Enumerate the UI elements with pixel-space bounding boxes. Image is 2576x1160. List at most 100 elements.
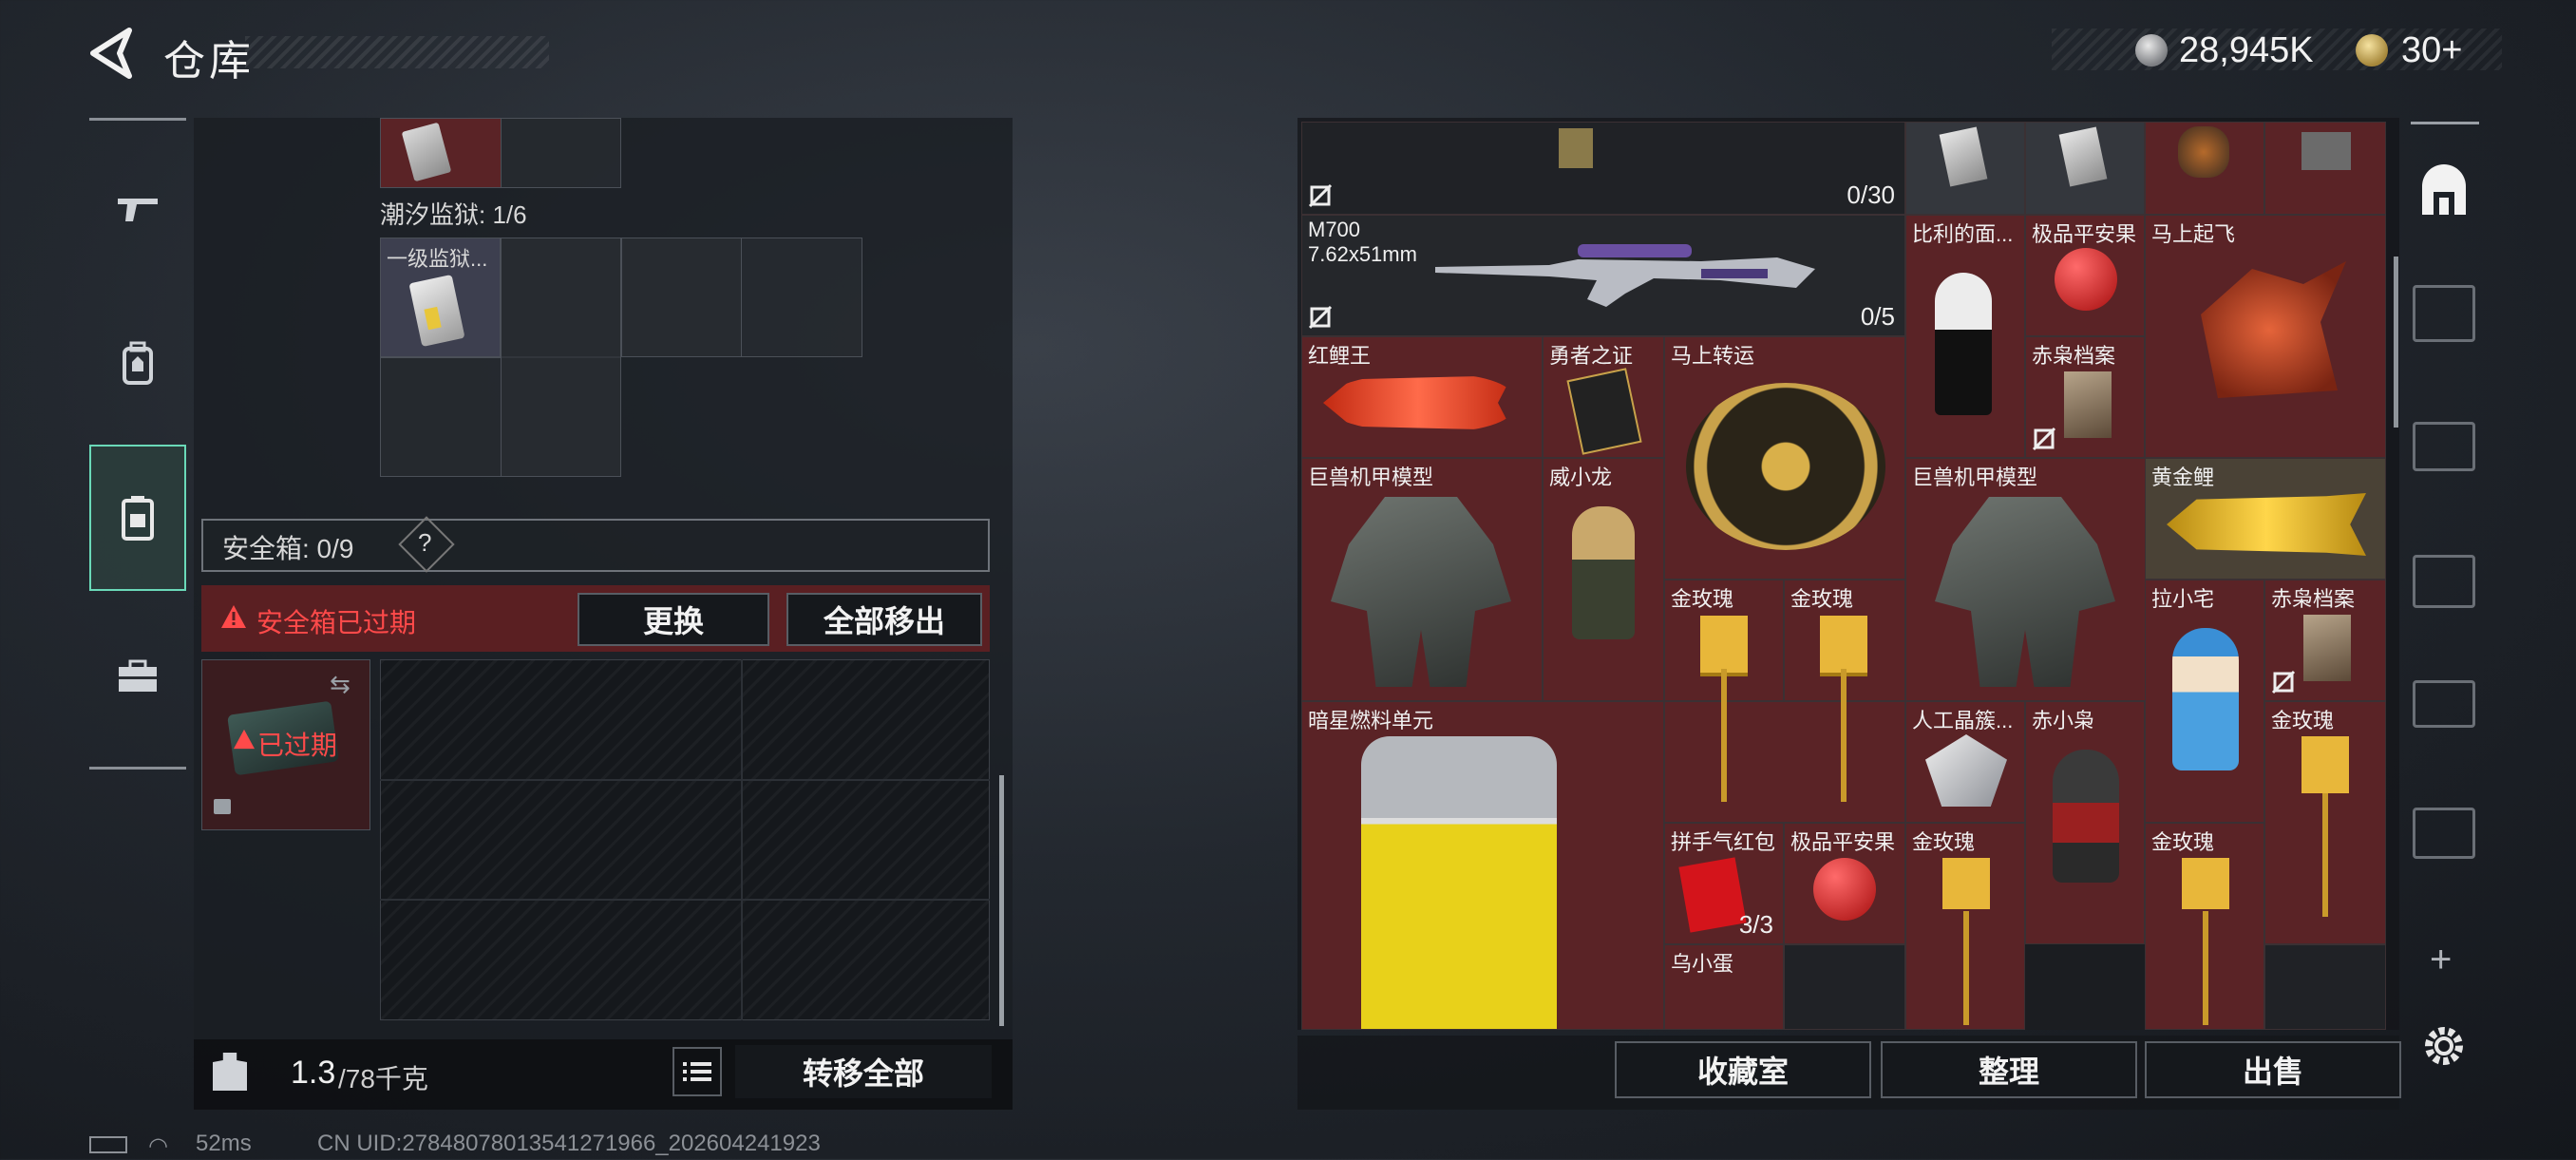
- rose-icon: [2301, 736, 2349, 926]
- fish-icon: [1323, 373, 1513, 432]
- crystal-icon: [1925, 734, 2007, 807]
- warning-icon: [221, 605, 246, 628]
- stash-cell[interactable]: [1784, 944, 1905, 1030]
- stash-cell[interactable]: 0/30: [1301, 122, 1905, 215]
- item-icon: [2301, 132, 2351, 170]
- item-carp[interactable]: 红鲤王: [1301, 336, 1543, 458]
- stash-cell[interactable]: [2025, 122, 2145, 215]
- tab-stash-5[interactable]: [2413, 422, 2475, 471]
- replace-button[interactable]: 更换: [578, 593, 769, 646]
- item-apple2[interactable]: 极品平安果: [1784, 823, 1905, 944]
- item-name: 极品平安果: [1790, 830, 1896, 854]
- nav-backpack[interactable]: [89, 314, 186, 412]
- back-icon[interactable]: [87, 27, 135, 80]
- item-name: 赤枭档案: [2032, 344, 2116, 368]
- battery-icon: [89, 1136, 127, 1153]
- item-apple1[interactable]: 极品平安果: [2025, 215, 2145, 336]
- mech-icon: [1331, 497, 1511, 687]
- item-rose3[interactable]: 金玫瑰: [2264, 701, 2386, 944]
- sell-button[interactable]: 出售: [2145, 1041, 2401, 1098]
- transfer-all-button[interactable]: 转移全部: [735, 1045, 992, 1098]
- settings-icon[interactable]: [2420, 1022, 2468, 1070]
- stash-cell[interactable]: [2145, 122, 2264, 215]
- remove-all-button[interactable]: 全部移出: [786, 593, 982, 646]
- weapon-name: M700: [1308, 218, 1361, 241]
- item-crystal[interactable]: 人工晶簇...: [1905, 701, 2025, 823]
- item-chixiao2[interactable]: 赤枭档案: [2264, 580, 2386, 701]
- nav-weapons[interactable]: [89, 160, 186, 258]
- item-rose5[interactable]: 金玫瑰: [2145, 823, 2264, 1030]
- tab-stash-7[interactable]: [2413, 680, 2475, 728]
- rifle-icon: [1435, 244, 1815, 307]
- list-view-button[interactable]: [672, 1047, 722, 1096]
- expired-badge: 已过期: [257, 731, 338, 760]
- item-chixiao1[interactable]: 赤枭档案: [2025, 336, 2145, 458]
- stash-cell[interactable]: [1905, 122, 2025, 215]
- item-wuxiaodan[interactable]: 乌小蛋: [1664, 944, 1784, 1030]
- rose-icon: [1942, 858, 1990, 1029]
- container-item[interactable]: 一级监狱...: [380, 238, 501, 357]
- rose-icon: [1700, 616, 1748, 806]
- item-name: 金玫瑰: [2271, 709, 2335, 732]
- item-goldcarp[interactable]: 黄金鲤: [2145, 458, 2386, 580]
- item-name: 黄金鲤: [2151, 466, 2215, 489]
- lock-icon: [214, 799, 231, 814]
- envelope-icon: [1678, 857, 1747, 933]
- item-name: 拼手气红包: [1671, 830, 1776, 854]
- swap-icon: ⇆: [330, 670, 350, 698]
- item-name: 威小龙: [1549, 466, 1613, 489]
- container-slot[interactable]: [621, 238, 742, 357]
- apple-icon: [2055, 248, 2117, 311]
- nav-toolbox[interactable]: [89, 627, 186, 726]
- stash-cell[interactable]: [2264, 944, 2386, 1030]
- item-yongzhe[interactable]: 勇者之证: [1543, 336, 1664, 458]
- horse-icon: [2201, 261, 2346, 398]
- item-rose4[interactable]: 金玫瑰: [1905, 823, 2025, 1030]
- item-icon: [2178, 126, 2229, 178]
- item-hongbao[interactable]: 拼手气红包 3/3: [1664, 823, 1784, 944]
- file-icon: [2303, 615, 2351, 681]
- item-mech1[interactable]: 巨兽机甲模型: [1301, 458, 1543, 701]
- item-weixiaolong[interactable]: 威小龙: [1543, 458, 1664, 701]
- sort-button[interactable]: 整理: [1881, 1041, 2137, 1098]
- stash-scrollbar[interactable]: [2394, 257, 2398, 428]
- nav-safebox[interactable]: [89, 445, 186, 591]
- crop-icon: [1308, 183, 1333, 208]
- stash-cell[interactable]: [2264, 122, 2386, 215]
- item-name: 暗星燃料单元: [1308, 709, 1434, 732]
- item-mashang-fei[interactable]: 马上起飞: [2145, 215, 2386, 458]
- item-bili[interactable]: 比利的面...: [1905, 215, 2025, 458]
- tab-stash-6[interactable]: [2413, 555, 2475, 608]
- backpack-icon: [123, 341, 153, 385]
- container-slot[interactable]: [501, 238, 621, 477]
- uid-text: CN UID:27848078013541271966_202604241923: [317, 1131, 821, 1156]
- card-icon: [1939, 126, 1988, 187]
- item-name: 人工晶簇...: [1912, 709, 2014, 732]
- collection-button[interactable]: 收藏室: [1615, 1041, 1871, 1098]
- scrollbar[interactable]: [999, 775, 1004, 1026]
- crop-icon: [2271, 670, 2296, 694]
- item-count: 3/3: [1738, 910, 1773, 939]
- coin-icon: [2135, 34, 2168, 67]
- weapon-count: 0/5: [1860, 302, 1895, 331]
- grid-line: [380, 779, 990, 781]
- item-name: 巨兽机甲模型: [1912, 466, 2038, 489]
- weapon-m700[interactable]: M700 7.62x51mm 0/5: [1301, 215, 1905, 336]
- item-mech2[interactable]: 巨兽机甲模型: [1905, 458, 2147, 701]
- container-item[interactable]: [380, 118, 502, 188]
- ticket-count[interactable]: 30+: [2401, 30, 2462, 71]
- apple-icon: [1813, 858, 1876, 921]
- item-laxiaozhai[interactable]: 拉小宅: [2145, 580, 2264, 823]
- item-chixiaoxiao[interactable]: 赤小枭: [2025, 701, 2145, 944]
- weight-total: /78千克: [338, 1064, 428, 1093]
- safebox-tile[interactable]: ⇆ 已过期: [201, 659, 370, 830]
- item-fuel[interactable]: 暗星燃料单元: [1301, 701, 1664, 1030]
- item-name: 红鲤王: [1308, 344, 1372, 368]
- tab-stash-4[interactable]: [2413, 285, 2475, 342]
- tab-stash-8[interactable]: [2413, 808, 2475, 859]
- help-icon: ?: [418, 528, 432, 557]
- page-title: 仓库: [163, 38, 255, 85]
- all-items-icon[interactable]: [2416, 163, 2472, 219]
- item-zhuanyun[interactable]: 马上转运: [1664, 336, 1905, 580]
- add-tab-icon[interactable]: +: [2430, 939, 2452, 981]
